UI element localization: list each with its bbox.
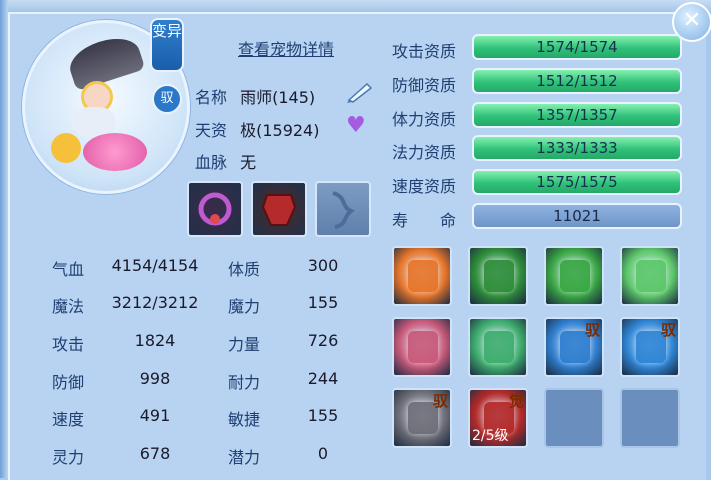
stat-value: 678 [139, 444, 171, 463]
skill-slot[interactable] [392, 246, 452, 306]
skill-tag: 驭 [584, 321, 600, 339]
skill-slot[interactable] [392, 317, 452, 377]
pet-name-label: 名称 [195, 88, 228, 107]
skill-slot[interactable] [620, 246, 680, 306]
skill-slot[interactable]: 驭 [392, 388, 452, 448]
stat-label: 攻击 [52, 335, 85, 354]
mount-badge: 驭 [152, 84, 182, 114]
stat-value: 3212/3212 [111, 293, 199, 312]
stat-label: 魔法 [52, 297, 85, 316]
stat-label: 气血 [52, 260, 85, 279]
equip-slot-ring[interactable] [187, 181, 243, 237]
skill-slot[interactable] [468, 317, 528, 377]
left-edge [0, 0, 8, 478]
stat-value: 491 [139, 406, 171, 425]
attribute-label: 潜力 [228, 448, 261, 467]
fire-scroll-icon [408, 331, 438, 363]
heart-star-icon [636, 260, 666, 292]
aptitude-label: 攻击资质 [392, 42, 457, 61]
attribute-label: 力量 [228, 335, 261, 354]
pink-fish-shape [83, 133, 147, 171]
aptitude-label: 体力资质 [392, 110, 457, 129]
aptitude-bar: 1575/1575 [472, 169, 682, 195]
aptitude-bar: 1357/1357 [472, 102, 682, 128]
skill-slot[interactable]: 驭 [620, 317, 680, 377]
skill-slot[interactable] [544, 246, 604, 306]
stat-label: 速度 [52, 410, 85, 429]
flame-shape [51, 133, 81, 163]
attribute-value: 244 [307, 369, 339, 388]
lifespan-bar: 11021 [472, 203, 682, 229]
pet-details-link[interactable]: 查看宠物详情 [238, 36, 334, 60]
pet-talent-label: 天资 [195, 121, 228, 140]
stat-label: 防御 [52, 373, 85, 392]
skill-tag: 驭 [660, 321, 676, 339]
attribute-label: 魔力 [228, 297, 261, 316]
green-giant-icon [560, 260, 590, 292]
shadow-warrior-icon [484, 260, 514, 292]
attribute-value: 0 [317, 444, 329, 463]
skill-tag: 驭 [432, 392, 448, 410]
pet-name-row: 名称 雨师(145) [195, 84, 315, 108]
aptitude-bar: 1574/1574 [472, 34, 682, 60]
skill-slot[interactable] [468, 246, 528, 306]
attribute-label: 耐力 [228, 373, 261, 392]
pet-bloodline-value: 无 [240, 153, 257, 172]
aptitude-label: 防御资质 [392, 76, 457, 95]
pet-name-value: 雨师(145) [240, 88, 316, 107]
armor-icon [261, 194, 297, 226]
equip-slot-empty[interactable] [315, 181, 371, 237]
pet-talent-value: 极(15924) [240, 121, 320, 140]
skill-slot[interactable]: 驭 [544, 317, 604, 377]
pet-bloodline-label: 血脉 [195, 153, 228, 172]
aptitude-bar: 1512/1512 [472, 68, 682, 94]
attribute-value: 726 [307, 331, 339, 350]
empty-slot-icon [332, 191, 356, 229]
attribute-label: 体质 [228, 260, 261, 279]
pet-talent-row: 天资 极(15924) [195, 117, 319, 141]
attribute-value: 155 [307, 293, 339, 312]
aptitude-label: 速度资质 [392, 177, 457, 196]
attribute-value: 155 [307, 406, 339, 425]
ring-icon [198, 192, 232, 226]
attribute-value: 300 [307, 256, 339, 275]
stat-value: 1824 [134, 331, 176, 350]
heart-icon[interactable]: ♥ [346, 114, 372, 138]
skill-slot[interactable]: 觉 2/5级 [468, 388, 528, 448]
rename-pencil-icon[interactable] [345, 80, 375, 104]
attribute-label: 敏捷 [228, 410, 261, 429]
transform-badge: 变异 [150, 18, 184, 72]
stat-value: 4154/4154 [111, 256, 199, 275]
aptitude-label: 法力资质 [392, 143, 457, 162]
skill-slot[interactable] [544, 388, 604, 448]
pet-bloodline-row: 血脉 无 [195, 149, 256, 173]
skill-level: 2/5级 [472, 428, 509, 444]
green-shield-swirl-icon [484, 331, 514, 363]
skill-slot[interactable] [620, 388, 680, 448]
aptitude-bar: 1333/1333 [472, 135, 682, 161]
stat-label: 灵力 [52, 448, 85, 467]
stat-value: 998 [139, 369, 171, 388]
skill-tag: 觉 [508, 392, 524, 410]
lifespan-label: 寿 命 [392, 211, 457, 230]
flame-sword-icon [408, 260, 438, 292]
umbrella-shape [64, 30, 146, 92]
equip-slot-armor[interactable] [251, 181, 307, 237]
